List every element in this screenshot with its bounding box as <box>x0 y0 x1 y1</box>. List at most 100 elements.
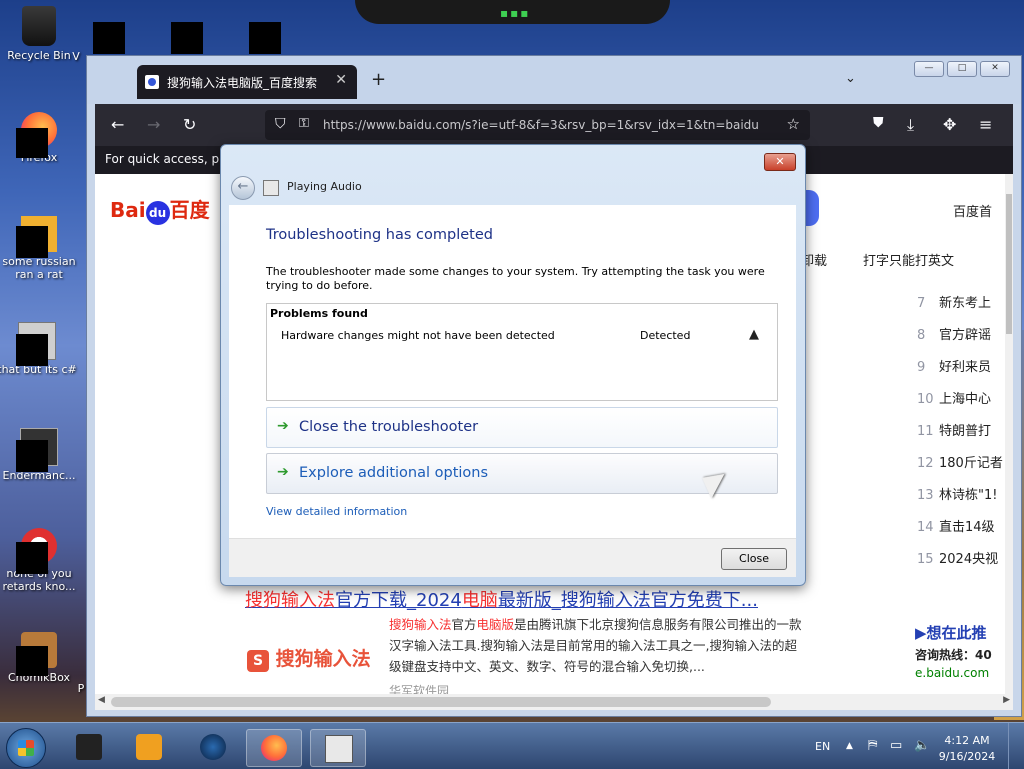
minimize-button[interactable]: — <box>914 61 944 77</box>
taskbar-app-firefox[interactable] <box>246 729 302 767</box>
tab-title: 搜狗输入法电脑版_百度搜索 <box>167 76 318 90</box>
baidu-logo[interactable]: Bai du 百度 <box>110 194 210 225</box>
tab-baidu-search[interactable]: 搜狗输入法电脑版_百度搜索 ✕ <box>137 65 357 99</box>
vertical-scrollbar[interactable] <box>1005 174 1013 694</box>
result-source[interactable]: 华军软件园 <box>389 682 449 694</box>
dialog-paragraph: The troubleshooter made some changes to … <box>266 265 765 292</box>
redacted-icon <box>16 334 48 366</box>
problem-status: Detected <box>640 329 691 342</box>
clock[interactable]: 4:12 AM 9/16/2024 <box>936 733 998 765</box>
search-result-snippet: 搜狗输入法官方电脑版是由腾讯旗下北京搜狗信息服务有限公司推出的一款汉字输入法工具… <box>389 617 802 674</box>
scroll-thumb[interactable] <box>1006 194 1012 334</box>
hot-item[interactable]: 8 官方辟谣 <box>917 324 991 343</box>
media-player-icon <box>136 734 162 760</box>
redacted-icon <box>16 128 48 158</box>
close-window-button[interactable]: ✕ <box>980 61 1010 77</box>
redacted-icon <box>16 226 48 258</box>
hot-item[interactable]: 13 林诗栋"1! <box>917 484 997 503</box>
network-icon[interactable]: ▭ <box>890 738 902 753</box>
close-troubleshooter-option[interactable]: ➔ Close the troubleshooter <box>266 407 778 448</box>
show-hidden-icons-icon[interactable]: ▲ <box>846 741 853 751</box>
redacted-icon <box>249 22 281 54</box>
taskbar: EN ▲ ⛿ ▭ 🔈 4:12 AM 9/16/2024 <box>0 722 1024 769</box>
start-button[interactable] <box>6 728 46 768</box>
redacted-icon <box>171 22 203 54</box>
scroll-left-icon[interactable]: ◀ <box>98 695 105 705</box>
promo-domain[interactable]: e.baidu.com <box>915 666 989 680</box>
taskbar-app-recycle[interactable] <box>62 729 116 765</box>
clock-date: 9/16/2024 <box>938 750 996 763</box>
hotline-text: 咨询热线：40 <box>915 648 992 662</box>
hot-item[interactable]: 7 新东考上 <box>917 292 991 311</box>
hot-item[interactable]: 10 上海中心 <box>917 388 991 407</box>
url-bar[interactable]: ⛉ ⚿ https://www.baidu.com/s?ie=utf-8&f=3… <box>265 110 810 140</box>
language-indicator[interactable]: EN <box>815 740 830 753</box>
view-detailed-information-link[interactable]: View detailed information <box>266 505 407 518</box>
redacted-icon <box>16 542 48 574</box>
list-tabs-chevron-icon[interactable]: ⌄ <box>845 71 856 86</box>
dialog-heading: Troubleshooting has completed <box>266 227 493 243</box>
speaker-icon[interactable]: 🔈 <box>914 738 930 753</box>
green-arrow-icon: ➔ <box>277 464 289 480</box>
troubleshooter-icon <box>325 735 353 763</box>
clock-time: 4:12 AM <box>944 734 990 747</box>
pocket-icon[interactable]: ⛊ <box>873 115 884 131</box>
back-icon[interactable]: ← <box>111 115 124 134</box>
desktop-icon-label: V <box>72 50 80 63</box>
redacted-icon <box>93 22 125 54</box>
related-search-english[interactable]: 打字只能打英文 <box>863 250 954 269</box>
dialog-title: Playing Audio <box>287 180 362 193</box>
problems-list: Problems found Hardware changes might no… <box>266 303 778 401</box>
desktop-icon-label: some russian ran a rat <box>2 255 76 281</box>
hot-item[interactable]: 14 直击14级 <box>917 516 995 535</box>
globe-icon <box>200 734 226 760</box>
sogou-logo[interactable]: S 搜狗输入法 <box>247 644 371 672</box>
redacted-icon <box>16 646 48 676</box>
extensions-icon[interactable]: ✥ <box>943 115 956 134</box>
search-result-title-link[interactable]: 搜狗输入法官方下载_2024电脑最新版_搜狗输入法官方免费下... <box>245 586 758 612</box>
horizontal-scrollbar[interactable]: ◀ ▶ <box>95 694 1013 710</box>
forward-icon[interactable]: → <box>147 115 160 134</box>
device-icon[interactable]: ⛿ <box>868 738 877 753</box>
maximize-button[interactable]: □ <box>947 61 977 77</box>
taskbar-app-media[interactable] <box>122 729 176 765</box>
scroll-right-icon[interactable]: ▶ <box>1003 695 1010 705</box>
baidu-favicon-icon <box>145 75 159 89</box>
tracking-shield-icon[interactable]: ⛉ <box>275 116 286 132</box>
new-tab-icon[interactable]: + <box>371 69 386 90</box>
taskbar-app-globe[interactable] <box>186 729 240 765</box>
url-text[interactable]: https://www.baidu.com/s?ie=utf-8&f=3&rsv… <box>323 118 779 132</box>
dialog-close-icon[interactable]: ✕ <box>764 153 796 171</box>
redacted-icon <box>16 440 48 472</box>
back-arrow-icon[interactable]: ← <box>231 176 255 200</box>
firefox-icon <box>261 735 287 761</box>
wallpaper-ornament: ▪▪▪ <box>355 0 670 24</box>
troubleshooter-app-icon <box>263 180 279 196</box>
navigation-toolbar: ← → ↻ ⛉ ⚿ https://www.baidu.com/s?ie=utf… <box>95 104 1013 146</box>
menu-icon[interactable]: ≡ <box>979 115 992 134</box>
green-arrow-icon: ➔ <box>277 418 289 434</box>
promo-link[interactable]: ▶想在此推 <box>915 622 987 643</box>
tab-bar: 搜狗输入法电脑版_百度搜索 ✕ + ⌄ — □ ✕ <box>87 56 1021 104</box>
desktop-icon-v[interactable]: V <box>66 50 86 63</box>
hot-item[interactable]: 11 特朗普打 <box>917 420 991 439</box>
option-label: Explore additional options <box>299 465 489 481</box>
problems-header: Problems found <box>270 307 368 320</box>
bookmark-star-icon[interactable]: ☆ <box>787 115 800 133</box>
taskbar-app-troubleshooter[interactable] <box>310 729 366 767</box>
scroll-thumb[interactable] <box>111 697 771 707</box>
hot-item[interactable]: 15 2024央视 <box>917 548 998 567</box>
problem-description[interactable]: Hardware changes might not have been det… <box>281 329 555 342</box>
recycle-bin-icon <box>22 6 56 46</box>
baidu-home-link[interactable]: 百度首 <box>953 201 992 220</box>
hot-item[interactable]: 12 180斤记者 <box>917 452 1003 471</box>
tab-close-icon[interactable]: ✕ <box>335 72 347 88</box>
reload-icon[interactable]: ↻ <box>183 115 196 134</box>
bookmarks-hint: For quick access, plac <box>105 152 237 166</box>
show-desktop-button[interactable] <box>1008 723 1024 769</box>
close-button[interactable]: Close <box>721 548 787 570</box>
dark-box-icon <box>76 734 102 760</box>
hot-item[interactable]: 9 好利来员 <box>917 356 991 375</box>
downloads-icon[interactable]: ⤓ <box>907 115 914 135</box>
lock-icon[interactable]: ⚿ <box>299 116 309 131</box>
